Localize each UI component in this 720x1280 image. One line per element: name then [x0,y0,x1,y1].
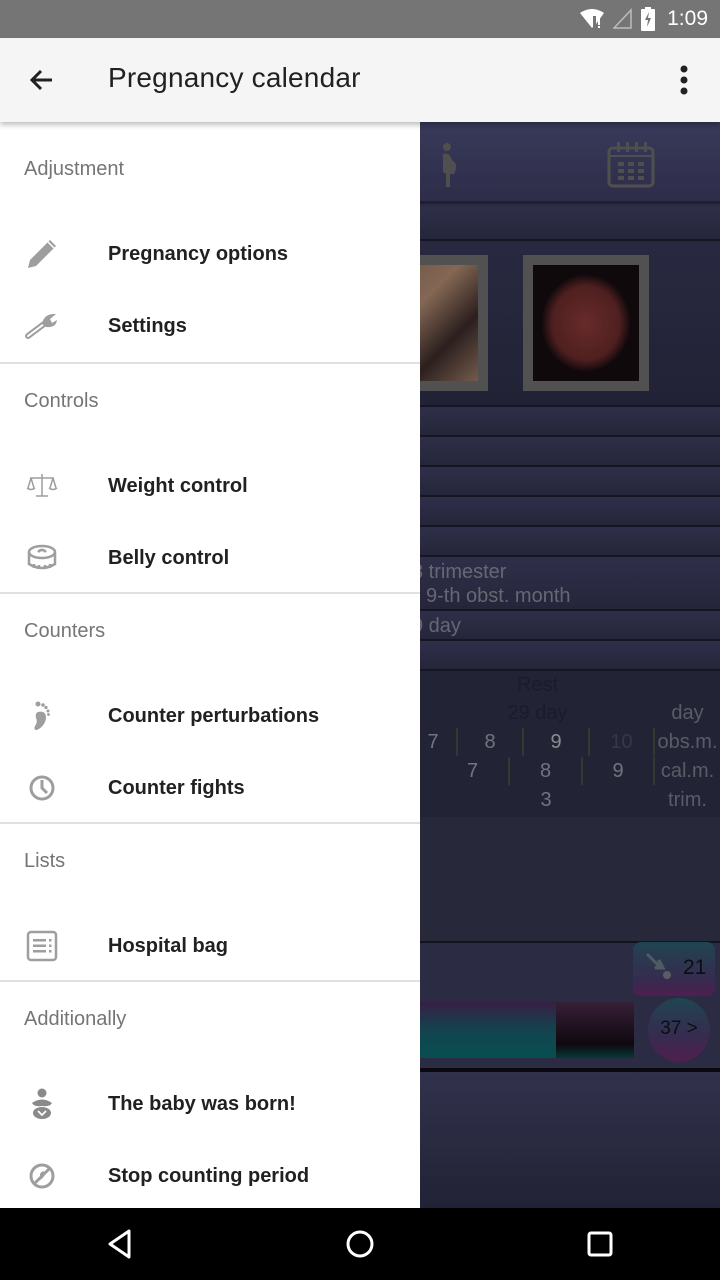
app-bar: Pregnancy calendar [0,38,720,122]
menu-item-weight-control[interactable]: Weight control [0,450,420,522]
status-bar: 1:09 [0,0,720,38]
navigation-drawer: Adjustment Pregnancy options Settings Co… [0,122,420,1208]
pregnant-woman-icon [443,143,457,187]
section-header: Adjustment [24,158,125,180]
back-nav-icon [108,1229,131,1259]
menu-item-stop-counting-period[interactable]: Stop counting period [0,1140,420,1212]
menu-item-settings[interactable]: Settings [0,290,420,362]
section-counters: Counters Counter perturbations Counter f… [0,594,420,824]
calendar-icon [607,142,655,188]
stop-period-icon [29,1163,55,1189]
nav-back-button[interactable] [90,1214,150,1274]
cellular-empty-icon [613,8,632,29]
week-badge[interactable]: 37 > [648,998,710,1062]
footprint-icon [34,701,50,730]
battery-charging-icon [641,7,656,31]
section-additionally: Additionally The baby was born! Stop cou… [0,982,420,1208]
arrow-back-icon[interactable] [22,60,62,100]
arrow-down-right-icon [645,952,671,979]
menu-item-counter-perturbations[interactable]: Counter perturbations [0,680,420,752]
month-text: 9-th obst. month [426,585,571,607]
section-header: Lists [24,850,66,872]
wifi-alert-icon [580,9,605,28]
section-header: Additionally [24,1008,127,1030]
section-controls: Controls Weight control Belly control [0,364,420,594]
status-time: 1:09 [667,7,708,30]
page-title: Pregnancy calendar [108,62,361,93]
menu-item-hospital-bag[interactable]: Hospital bag [0,910,420,982]
menu-item-baby-born[interactable]: The baby was born! [0,1068,420,1140]
baby-icon [32,1088,52,1119]
home-nav-icon [346,1230,374,1258]
wrench-icon [25,314,57,339]
system-nav-bar [0,1208,720,1280]
list-icon [26,930,58,962]
section-lists: Lists Hospital bag [0,824,420,982]
more-vert-icon[interactable] [668,60,700,100]
fetus-photo-2[interactable] [523,255,649,391]
section-header: Controls [24,390,99,412]
nav-recents-button[interactable] [570,1214,630,1274]
menu-item-counter-fights[interactable]: Counter fights [0,752,420,824]
trimester-text: 3 trimester [412,561,507,583]
nav-home-button[interactable] [330,1214,390,1274]
menu-item-belly-control[interactable]: Belly control [0,522,420,594]
recents-nav-icon [587,1231,613,1257]
section-adjustment: Adjustment Pregnancy options Settings [0,122,420,364]
clock-icon [29,775,55,801]
progress-remaining [556,1002,634,1058]
section-header: Counters [24,620,106,642]
menu-item-pregnancy-options[interactable]: Pregnancy options [0,218,420,290]
pencil-icon [28,240,56,268]
counter-value: 21 [683,956,707,979]
scales-icon [26,474,58,497]
measuring-tape-icon [27,544,57,570]
movement-counter-badge[interactable]: 21 [633,942,715,996]
